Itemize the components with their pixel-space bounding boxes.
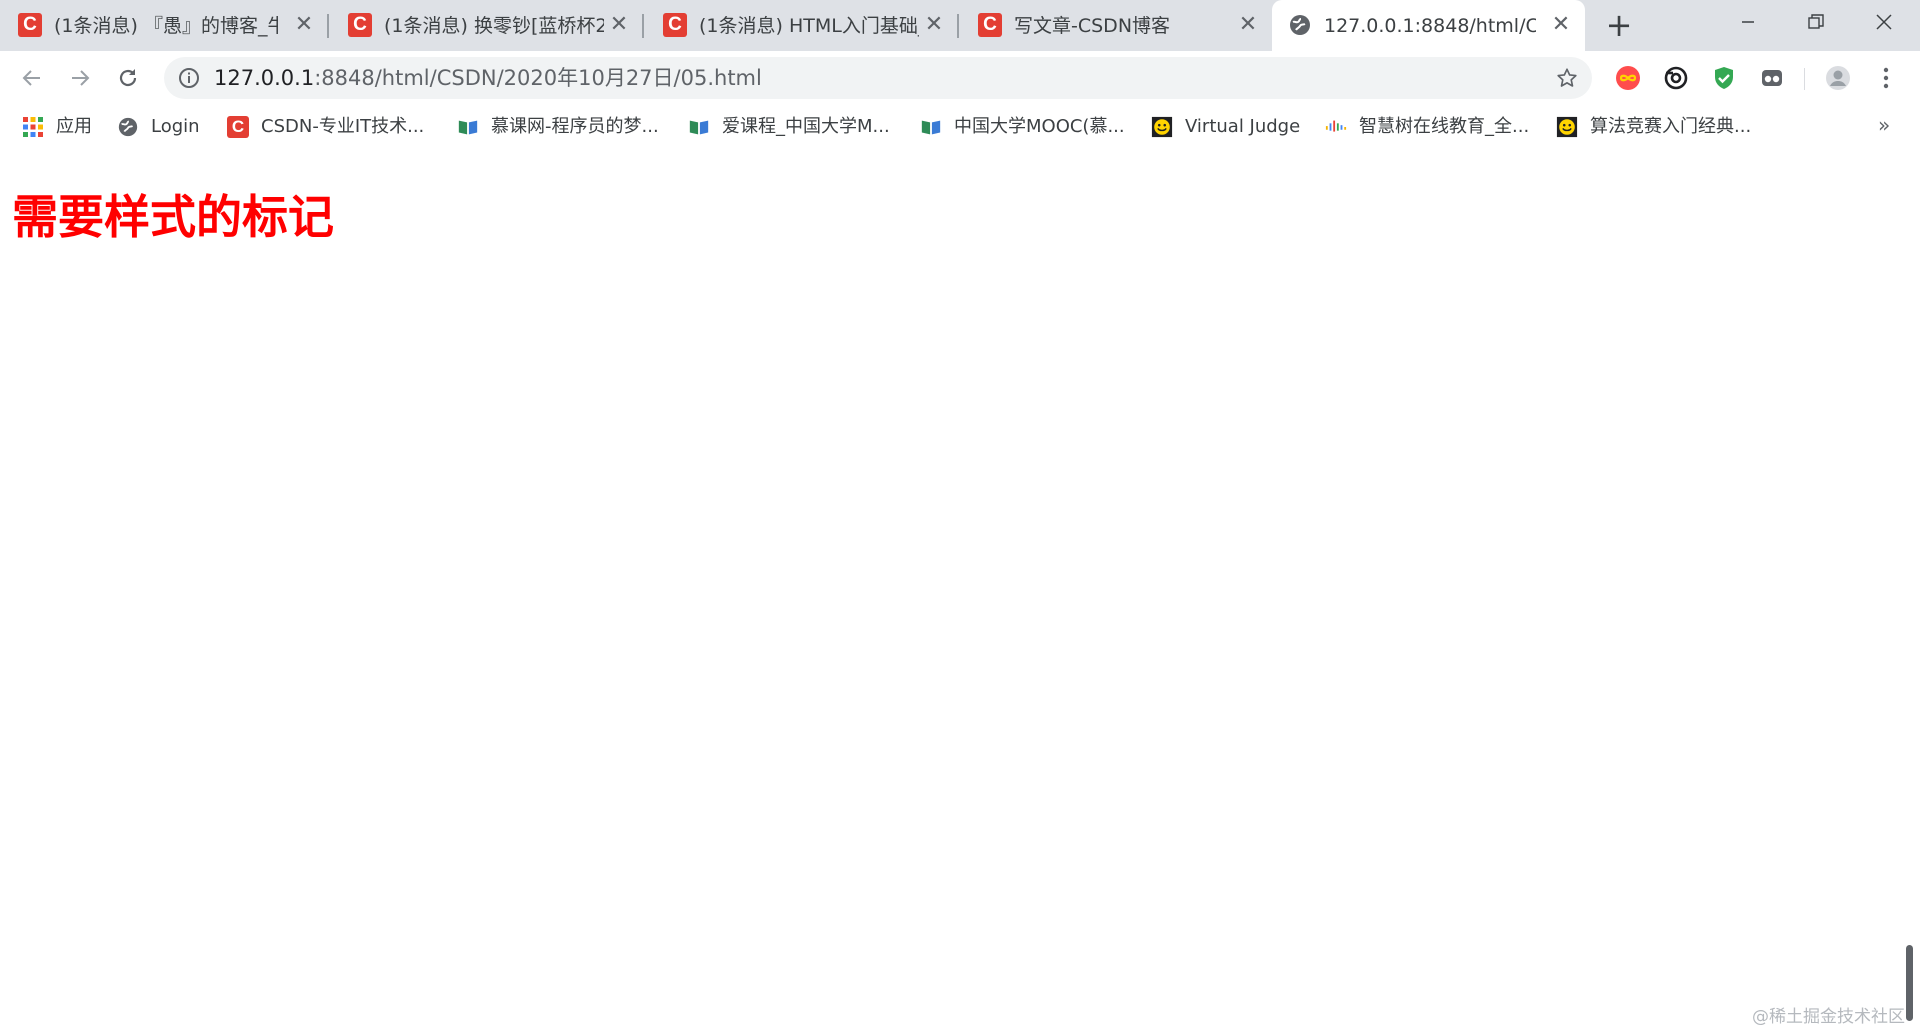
tab-4[interactable]: C 写文章-CSDN博客 ✕ xyxy=(960,0,1275,51)
minimize-icon xyxy=(1742,21,1754,23)
bookmark-label: Virtual Judge xyxy=(1185,116,1301,137)
tab-3[interactable]: C (1条消息) HTML入门基础_ ✕ xyxy=(645,0,960,51)
bookmark-label: CSDN-专业IT技术... xyxy=(261,116,425,137)
bookmark-label: 中国大学MOOC(慕... xyxy=(954,116,1125,137)
window-close-icon xyxy=(1876,14,1892,30)
tab-title: (1条消息) HTML入门基础_ xyxy=(699,15,919,37)
incognito-extension-icon[interactable] xyxy=(1759,65,1785,91)
tab-2[interactable]: C (1条消息) 换零钞[蓝桥杯20 ✕ xyxy=(330,0,645,51)
reload-button[interactable] xyxy=(112,62,144,94)
close-icon[interactable]: ✕ xyxy=(606,12,632,38)
tab-separator xyxy=(957,14,959,38)
bookmark-star-icon[interactable] xyxy=(1556,67,1578,89)
menu-kebab-icon[interactable] xyxy=(1873,65,1899,91)
bookmark-mooc[interactable]: 中国大学MOOC(慕... xyxy=(920,114,1125,140)
bookmark-label: 智慧树在线教育_全... xyxy=(1359,116,1530,137)
window-close-button[interactable] xyxy=(1850,0,1918,44)
infinity-extension-icon[interactable] xyxy=(1615,65,1641,91)
tab-strip: C (1条消息) 『愚』的博客_牛 ✕ C (1条消息) 换零钞[蓝桥杯20 ✕… xyxy=(0,0,1920,51)
book-icon xyxy=(689,120,709,135)
new-tab-button[interactable]: + xyxy=(1603,9,1635,42)
tab-separator xyxy=(327,14,329,38)
restore-icon xyxy=(1808,14,1824,29)
csdn-logo-icon: C xyxy=(663,13,687,37)
globe-icon xyxy=(1290,15,1310,35)
url-path: :8848/html/CSDN/2020年10月27日/05.html xyxy=(314,66,762,90)
close-icon[interactable]: ✕ xyxy=(1235,12,1261,38)
minimize-button[interactable] xyxy=(1714,0,1782,44)
csdn-logo-icon: C xyxy=(227,116,249,138)
globe-icon xyxy=(118,117,138,137)
arrow-left-icon xyxy=(22,70,40,86)
apps-grid-icon xyxy=(23,117,43,137)
shield-icon[interactable] xyxy=(1711,65,1737,91)
bookmark-apps[interactable]: 应用 xyxy=(22,114,92,140)
bookmark-imooc[interactable]: 慕课网-程序员的梦... xyxy=(457,114,659,140)
back-button[interactable] xyxy=(16,62,48,94)
bookmarks-overflow-button[interactable]: » xyxy=(1878,113,1890,137)
close-icon[interactable]: ✕ xyxy=(291,12,317,38)
address-bar[interactable]: 127.0.0.1:8848/html/CSDN/2020年10月27日/05.… xyxy=(164,57,1592,99)
sync-extension-icon[interactable] xyxy=(1663,65,1689,91)
bookmark-icourse[interactable]: 爱课程_中国大学M... xyxy=(688,114,890,140)
close-icon[interactable]: ✕ xyxy=(921,12,947,38)
bars-icon xyxy=(1325,120,1347,132)
scroll-indicator[interactable] xyxy=(1906,945,1913,1021)
url-host: 127.0.0.1 xyxy=(214,66,315,90)
tab-title: 127.0.0.1:8848/html/CSD xyxy=(1324,15,1536,37)
bookmark-login[interactable]: Login xyxy=(117,114,200,140)
close-icon[interactable]: ✕ xyxy=(1548,12,1574,38)
tab-separator xyxy=(642,14,644,38)
page-viewport: 需要样式的标记 @稀土掘金技术社区 xyxy=(0,149,1920,1034)
csdn-logo-icon: C xyxy=(18,13,42,37)
smiley-icon xyxy=(1556,116,1578,138)
page-heading: 需要样式的标记 xyxy=(12,190,334,244)
bookmark-virtual-judge[interactable]: Virtual Judge xyxy=(1151,114,1300,140)
bookmark-label: 慕课网-程序员的梦... xyxy=(491,116,659,137)
csdn-logo-icon: C xyxy=(978,13,1002,37)
tab-5-active[interactable]: 127.0.0.1:8848/html/CSD ✕ xyxy=(1272,0,1585,51)
tab-title: (1条消息) 换零钞[蓝桥杯20 xyxy=(384,15,604,37)
bookmark-zhihuishu[interactable]: 智慧树在线教育_全... xyxy=(1325,114,1529,140)
forward-button[interactable] xyxy=(64,62,96,94)
bookmarks-bar: 应用 Login C CSDN-专业IT技术... 慕课网-程序员的梦... 爱… xyxy=(0,105,1920,149)
tab-1[interactable]: C (1条消息) 『愚』的博客_牛 ✕ xyxy=(0,0,325,51)
arrow-right-icon xyxy=(72,70,90,86)
bookmark-label: 应用 xyxy=(56,116,92,137)
tab-title: (1条消息) 『愚』的博客_牛 xyxy=(54,15,278,37)
info-icon[interactable] xyxy=(178,67,200,89)
bookmark-label: 算法竞赛入门经典... xyxy=(1590,116,1752,137)
profile-avatar-icon[interactable] xyxy=(1825,65,1851,91)
browser-toolbar: 127.0.0.1:8848/html/CSDN/2020年10月27日/05.… xyxy=(0,51,1920,105)
reload-icon xyxy=(119,69,137,87)
bookmark-label: 爱课程_中国大学M... xyxy=(722,116,890,137)
restore-button[interactable] xyxy=(1782,0,1850,44)
csdn-logo-icon: C xyxy=(348,13,372,37)
toolbar-separator xyxy=(1804,68,1805,90)
bookmark-csdn[interactable]: C CSDN-专业IT技术... xyxy=(227,114,424,140)
tab-title: 写文章-CSDN博客 xyxy=(1014,15,1171,37)
book-icon xyxy=(458,120,478,135)
book-icon xyxy=(921,120,941,135)
bookmark-algorithm[interactable]: 算法竞赛入门经典... xyxy=(1556,114,1751,140)
url-text[interactable]: 127.0.0.1:8848/html/CSDN/2020年10月27日/05.… xyxy=(214,66,762,90)
watermark: @稀土掘金技术社区 xyxy=(1752,1007,1905,1027)
smiley-icon xyxy=(1151,116,1173,138)
bookmark-label: Login xyxy=(151,116,200,137)
